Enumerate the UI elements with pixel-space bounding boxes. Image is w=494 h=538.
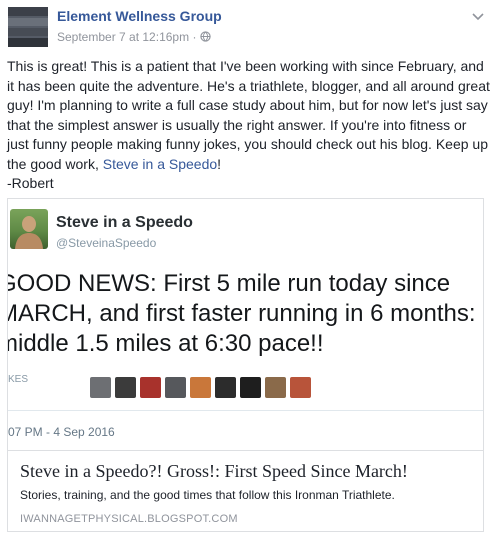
post-meta: September 7 at 12:16pm · — [57, 30, 211, 44]
chevron-down-icon[interactable] — [472, 8, 484, 24]
link-preview-card[interactable]: Steve in a Speedo @SteveinaSpeedo GOOD N… — [7, 198, 484, 532]
liker-avatar — [215, 377, 236, 398]
post-body: This is great! This is a patient that I'… — [7, 57, 491, 194]
link-title[interactable]: Steve in a Speedo?! Gross!: First Speed … — [20, 461, 408, 482]
liker-avatar — [115, 377, 136, 398]
tweet-handle: @SteveinaSpeedo — [56, 236, 157, 250]
tweet-display-name: Steve in a Speedo — [56, 214, 193, 231]
liker-avatar — [240, 377, 261, 398]
tweet-time: 07 PM - 4 Sep 2016 — [8, 425, 115, 439]
globe-icon[interactable] — [200, 30, 211, 44]
tweet-divider — [8, 410, 483, 411]
page-avatar[interactable] — [8, 7, 48, 47]
tweet-likes-label: KES — [8, 374, 29, 385]
tweet-avatar — [10, 209, 48, 249]
liker-avatar — [140, 377, 161, 398]
tweet-line: GOOD NEWS: First 5 mile run today since — [8, 270, 451, 297]
meta-separator: · — [192, 30, 197, 44]
liker-avatar — [165, 377, 186, 398]
tweet-screenshot[interactable]: Steve in a Speedo @SteveinaSpeedo GOOD N… — [8, 199, 483, 451]
link-description: Stories, training, and the good times th… — [20, 488, 395, 502]
liker-avatar — [265, 377, 286, 398]
post-paragraph: This is great! This is a patient that I'… — [7, 58, 490, 172]
tweet-line: MARCH, and first faster running in 6 mon… — [8, 300, 476, 327]
page-name-link[interactable]: Element Wellness Group — [57, 8, 222, 24]
facebook-post: Element Wellness Group September 7 at 12… — [0, 0, 494, 538]
mention-link[interactable]: Steve in a Speedo — [103, 156, 217, 172]
liker-avatar — [190, 377, 211, 398]
liker-avatar — [90, 377, 111, 398]
link-domain: IWANNAGETPHYSICAL.BLOGSPOT.COM — [20, 513, 238, 525]
tweet-line: middle 1.5 miles at 6:30 pace!! — [8, 330, 324, 357]
mention-suffix: ! — [217, 155, 222, 172]
tweet-text: GOOD NEWS: First 5 mile run today since M… — [8, 269, 483, 359]
post-timestamp[interactable]: September 7 at 12:16pm — [57, 30, 189, 44]
liker-avatar — [290, 377, 311, 398]
post-signoff: -Robert — [7, 175, 54, 191]
